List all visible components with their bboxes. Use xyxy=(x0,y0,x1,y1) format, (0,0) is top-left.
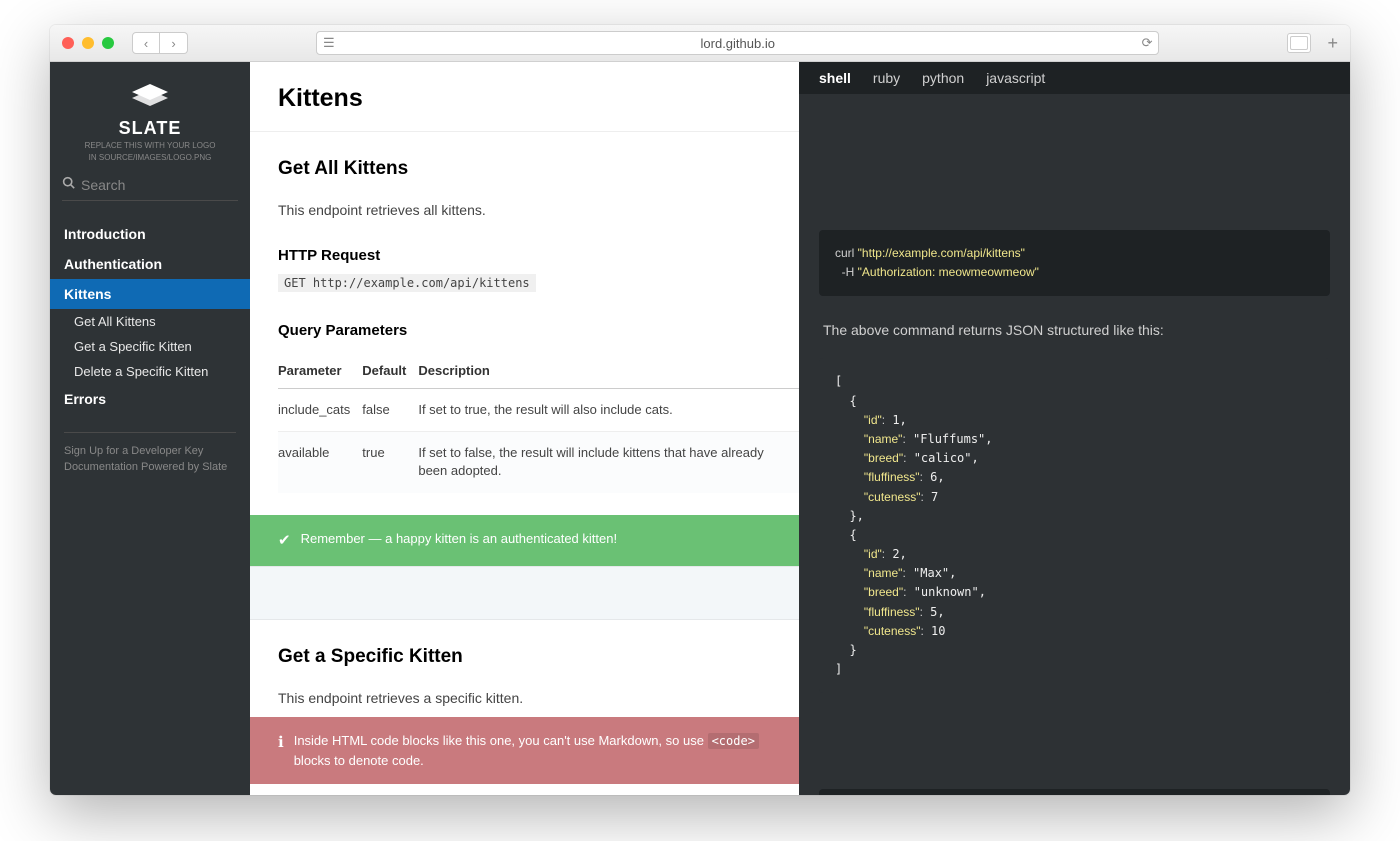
address-bar[interactable]: ☰ lord.github.io ⟳ xyxy=(316,31,1159,55)
notice-text: Remember — a happy kitten is an authenti… xyxy=(301,529,618,549)
forward-button[interactable]: › xyxy=(160,32,188,54)
lang-tab-python[interactable]: python xyxy=(922,62,964,94)
toc-sub-get-all[interactable]: Get All Kittens xyxy=(50,309,250,334)
code-column: shell ruby python javascript curl "http:… xyxy=(799,62,1350,795)
tabs-icon[interactable] xyxy=(1287,33,1311,53)
close-window-button[interactable] xyxy=(62,37,74,49)
browser-window: ‹ › ☰ lord.github.io ⟳ + SLATE REPLACE T… xyxy=(50,25,1350,795)
check-icon: ✔ xyxy=(278,530,291,553)
brand-sub2: IN SOURCE/IMAGES/LOGO.PNG xyxy=(58,153,242,163)
curl-block-1: curl "http://example.com/api/kittens" -H… xyxy=(819,230,1330,296)
query-params-table: Parameter Default Description include_ca… xyxy=(278,353,799,493)
success-notice: ✔ Remember — a happy kitten is an authen… xyxy=(250,515,799,567)
reader-icon: ☰ xyxy=(323,35,335,51)
info-icon: ℹ xyxy=(278,732,284,755)
lang-tabs: shell ruby python javascript xyxy=(799,62,1350,94)
back-button[interactable]: ‹ xyxy=(132,32,160,54)
table-row: include_cats false If set to true, the r… xyxy=(278,389,799,432)
h3-query-params: Query Parameters xyxy=(250,304,799,345)
h2-get-all: Get All Kittens xyxy=(250,132,799,192)
table-row: available true If set to false, the resu… xyxy=(278,432,799,493)
h2-get-one: Get a Specific Kitten xyxy=(250,620,799,680)
json-block-1: [ { "id": 1, "name": "Fluffums", "breed"… xyxy=(819,358,1330,693)
search-box xyxy=(62,176,238,201)
desc-get-one: This endpoint retrieves a specific kitte… xyxy=(250,680,799,717)
toc-authentication[interactable]: Authentication xyxy=(50,249,250,279)
col-default: Default xyxy=(362,353,418,389)
toc-sub-delete[interactable]: Delete a Specific Kitten xyxy=(50,359,250,384)
logo: SLATE REPLACE THIS WITH YOUR LOGO IN SOU… xyxy=(50,62,250,176)
lang-tab-ruby[interactable]: ruby xyxy=(873,62,900,94)
titlebar: ‹ › ☰ lord.github.io ⟳ + xyxy=(50,25,1350,62)
sidebar-footer: Sign Up for a Developer Key Documentatio… xyxy=(64,432,236,475)
sidebar: SLATE REPLACE THIS WITH YOUR LOGO IN SOU… xyxy=(50,62,250,795)
doc-column: Kittens Get All Kittens This endpoint re… xyxy=(250,62,799,795)
h3-http-request: HTTP Request xyxy=(250,229,799,270)
minimize-window-button[interactable] xyxy=(82,37,94,49)
footer-signup-link[interactable]: Sign Up for a Developer Key xyxy=(64,443,236,459)
footer-powered-link[interactable]: Documentation Powered by Slate xyxy=(64,459,236,475)
toc-sub-get-one[interactable]: Get a Specific Kitten xyxy=(50,334,250,359)
nav-buttons: ‹ › xyxy=(132,32,188,54)
search-input[interactable] xyxy=(81,177,238,193)
brand-sub1: REPLACE THIS WITH YOUR LOGO xyxy=(58,141,242,151)
desc-get-all: This endpoint retrieves all kittens. xyxy=(250,192,799,229)
search-icon xyxy=(62,176,75,194)
toc: Introduction Authentication Kittens Get … xyxy=(50,211,250,422)
col-description: Description xyxy=(418,353,799,389)
app: SLATE REPLACE THIS WITH YOUR LOGO IN SOU… xyxy=(50,62,1350,795)
curl-block-2: curl "http://example.com/api/kittens/2" … xyxy=(819,789,1330,795)
toc-errors[interactable]: Errors xyxy=(50,384,250,414)
json-caption-1: The above command returns JSON structure… xyxy=(799,312,1350,348)
slate-logo-icon xyxy=(128,80,172,110)
page-title: Kittens xyxy=(250,62,799,132)
toc-introduction[interactable]: Introduction xyxy=(50,219,250,249)
warning-notice: ℹ Inside HTML code blocks like this one,… xyxy=(250,717,799,784)
col-parameter: Parameter xyxy=(278,353,362,389)
url-text: lord.github.io xyxy=(701,36,775,51)
maximize-window-button[interactable] xyxy=(102,37,114,49)
toc-kittens[interactable]: Kittens xyxy=(50,279,250,309)
http-request-code: GET http://example.com/api/kittens xyxy=(278,274,536,292)
lang-tab-shell[interactable]: shell xyxy=(819,62,851,94)
new-tab-button[interactable]: + xyxy=(1327,33,1338,54)
brand-name: SLATE xyxy=(58,118,242,139)
reload-icon[interactable]: ⟳ xyxy=(1142,35,1153,51)
content: Kittens Get All Kittens This endpoint re… xyxy=(250,62,1350,795)
warn-text: Inside HTML code blocks like this one, y… xyxy=(294,731,771,770)
lang-tab-javascript[interactable]: javascript xyxy=(986,62,1045,94)
window-controls xyxy=(62,37,114,49)
